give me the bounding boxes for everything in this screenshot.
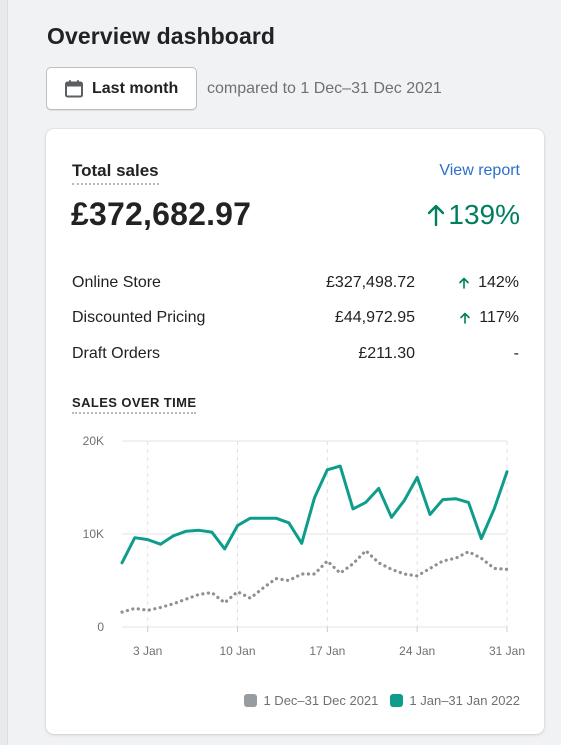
date-range-label: Last month [92,79,179,97]
x-tick-label: 24 Jan [399,644,435,658]
page-title: Overview dashboard [47,23,276,49]
series-line-previous [120,549,509,614]
series-line-current [120,464,509,565]
y-tick-label: 0 [97,620,104,634]
legend-item-previous[interactable]: 1 Dec–31 Dec 2021 [244,693,378,708]
x-tick-label: 10 Jan [219,644,255,658]
chart-legend: 1 Dec–31 Dec 2021 1 Jan–31 Jan 2022 [232,693,520,708]
left-rail [0,0,8,745]
x-tick-label: 31 Jan [489,644,525,658]
sales-over-time-chart[interactable]: 20K 10K 0 3 Jan 10 Jan 17 Jan 24 Jan 31 Jan [46,129,544,734]
date-filter-row: Last month compared to 1 Dec–31 Dec 2021 [46,67,442,110]
legend-swatch-previous [244,694,258,707]
legend-label-current: 1 Jan–31 Jan 2022 [409,693,520,708]
x-tick-label: 17 Jan [309,644,345,658]
legend-swatch-current [390,694,404,707]
legend-item-current[interactable]: 1 Jan–31 Jan 2022 [390,693,520,708]
legend-label-previous: 1 Dec–31 Dec 2021 [263,693,379,708]
date-range-button[interactable]: Last month [46,67,197,110]
y-tick-label: 10K [83,527,104,541]
y-tick-label: 20K [83,434,104,448]
x-tick-label: 3 Jan [133,644,162,658]
calendar-icon [64,79,84,99]
comparison-text: compared to 1 Dec–31 Dec 2021 [207,79,442,97]
total-sales-card: Total sales View report £372,682.97 139%… [46,129,544,734]
